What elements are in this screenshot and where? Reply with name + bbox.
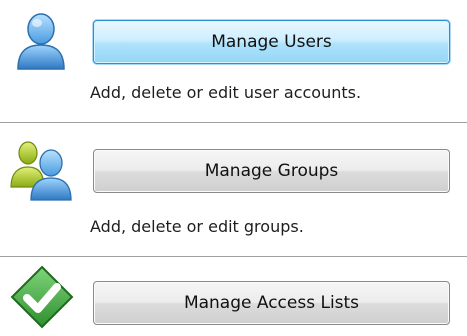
checkmark-shield-icon bbox=[10, 265, 74, 329]
manage-users-section: Manage Users Add, delete or edit user ac… bbox=[0, 0, 467, 120]
group-icon bbox=[10, 137, 74, 201]
manage-access-lists-button[interactable]: Manage Access Lists bbox=[93, 281, 450, 325]
manage-users-description: Add, delete or edit user accounts. bbox=[90, 83, 362, 102]
manage-groups-button[interactable]: Manage Groups bbox=[93, 149, 450, 193]
manage-users-button[interactable]: Manage Users bbox=[93, 20, 450, 64]
manage-groups-section: Manage Groups Add, delete or edit groups… bbox=[0, 123, 467, 255]
user-icon bbox=[10, 8, 74, 72]
manage-groups-description: Add, delete or edit groups. bbox=[90, 217, 304, 236]
manage-access-lists-section: Manage Access Lists bbox=[0, 257, 467, 336]
